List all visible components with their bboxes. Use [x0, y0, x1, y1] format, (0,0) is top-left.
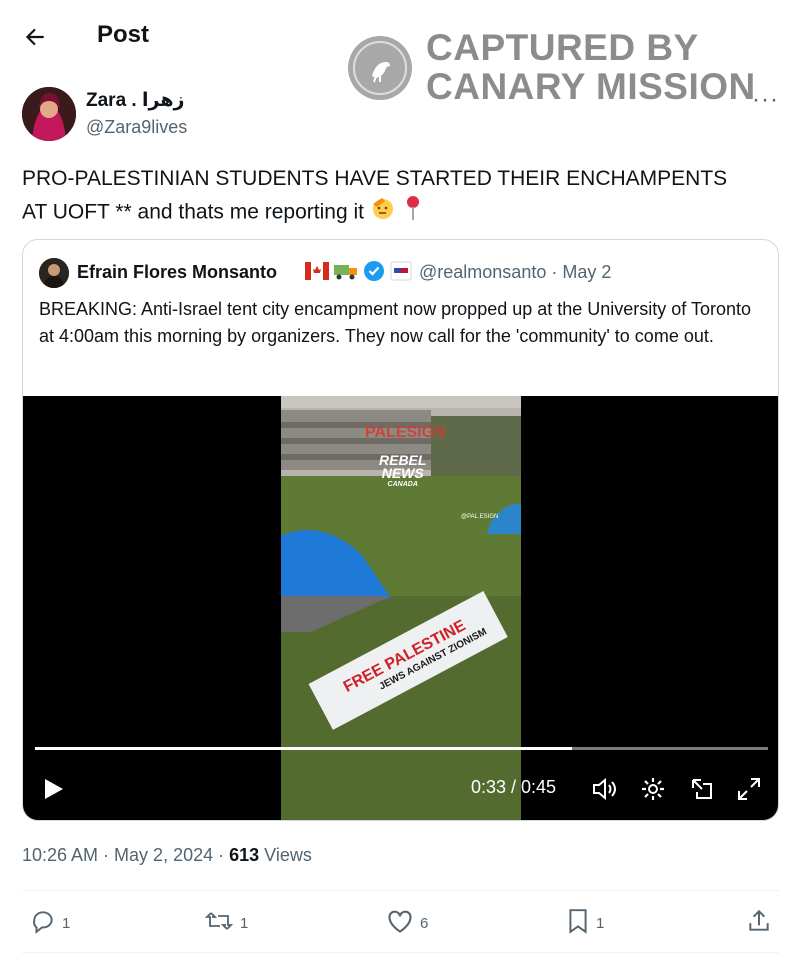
- repost-button[interactable]: 1: [204, 908, 248, 938]
- reply-count: 1: [62, 914, 71, 932]
- canada-flag-icon: [305, 262, 329, 285]
- post-text-line1: PRO-PALESTINIAN STUDENTS HAVE STARTED TH…: [22, 167, 728, 190]
- post-timestamp[interactable]: 10:26 AM · May 2, 2024 ·: [22, 845, 229, 865]
- video-progress-fill: [35, 747, 573, 750]
- settings-gear-icon[interactable]: [640, 776, 666, 807]
- heart-icon: [386, 908, 414, 938]
- back-arrow-icon[interactable]: [22, 24, 48, 50]
- reply-icon: [30, 908, 56, 938]
- views-label: Views: [259, 845, 312, 865]
- quoted-author-avatar[interactable]: [39, 258, 69, 288]
- bookmark-count: 1: [596, 914, 605, 932]
- like-count: 6: [420, 914, 429, 932]
- rebel-news-logo: REBEL NEWS CANADA: [379, 453, 426, 489]
- volume-icon[interactable]: [591, 776, 619, 807]
- divider: [22, 890, 779, 891]
- share-button[interactable]: [746, 908, 772, 938]
- bookmark-button[interactable]: 1: [566, 908, 604, 938]
- more-options-icon[interactable]: ···: [752, 86, 779, 114]
- canary-logo-icon: [348, 36, 412, 100]
- quoted-author-badges: [305, 260, 413, 287]
- affiliate-badge-icon: [389, 260, 413, 287]
- video-progress-bar[interactable]: [35, 747, 768, 750]
- reply-button[interactable]: 1: [30, 908, 70, 938]
- saluting-face-emoji-icon: [370, 195, 396, 231]
- rebel-news-line2: NEWS: [381, 465, 424, 481]
- views-count: 613: [229, 845, 260, 865]
- repost-count: 1: [240, 914, 249, 932]
- quoted-author-name[interactable]: Efrain Flores Monsanto: [77, 262, 277, 283]
- author-avatar[interactable]: [22, 87, 76, 141]
- post-timestamp-and-views: 10:26 AM · May 2, 2024 · 613 Views: [22, 845, 312, 866]
- author-name[interactable]: Zara . زهرا: [86, 89, 184, 112]
- quoted-post-text: BREAKING: Anti-Israel tent city encampme…: [39, 299, 752, 346]
- video-frame: PALESIGN REBEL NEWS CANADA @PAL.ESIGN FR…: [281, 396, 521, 820]
- bookmark-icon: [566, 908, 590, 938]
- like-button[interactable]: 6: [386, 908, 428, 938]
- quoted-post-card[interactable]: Efrain Flores Monsanto @realmonsanto · M…: [22, 239, 779, 821]
- video-player[interactable]: PALESIGN REBEL NEWS CANADA @PAL.ESIGN FR…: [23, 396, 778, 820]
- instagram-tag: @PAL.ESIGN: [461, 514, 499, 520]
- verified-badge-icon: [363, 260, 385, 287]
- picture-in-picture-icon[interactable]: [689, 776, 715, 807]
- post-text-line2: AT UOFT ** and thats me reporting it: [22, 200, 364, 224]
- post-text: PRO-PALESTINIAN STUDENTS HAVE STARTED TH…: [22, 162, 782, 231]
- watermark-line2: CANARY MISSION: [426, 66, 756, 107]
- page-title: Post: [97, 21, 150, 48]
- canary-mission-watermark: CAPTURED BY CANARY MISSION: [348, 28, 788, 108]
- fullscreen-icon[interactable]: [736, 776, 762, 807]
- truck-emoji-icon: [333, 262, 359, 285]
- author-handle[interactable]: @Zara9lives: [86, 117, 187, 138]
- share-icon: [746, 908, 772, 938]
- round-pushpin-emoji-icon: [402, 195, 424, 231]
- video-overlay-sign: PALESIGN: [365, 424, 446, 441]
- watermark-line1: CAPTURED BY: [426, 27, 699, 68]
- play-icon[interactable]: [43, 777, 65, 806]
- watermark-text: CAPTURED BY CANARY MISSION: [426, 28, 756, 106]
- post-text-line2-row: AT UOFT ** and thats me reporting it: [22, 195, 782, 231]
- rebel-news-line3: CANADA: [387, 481, 418, 488]
- divider: [22, 952, 779, 953]
- repost-icon: [204, 908, 234, 938]
- quoted-handle-and-date[interactable]: @realmonsanto · May 2: [419, 262, 611, 283]
- video-time: 0:33 / 0:45: [471, 777, 557, 797]
